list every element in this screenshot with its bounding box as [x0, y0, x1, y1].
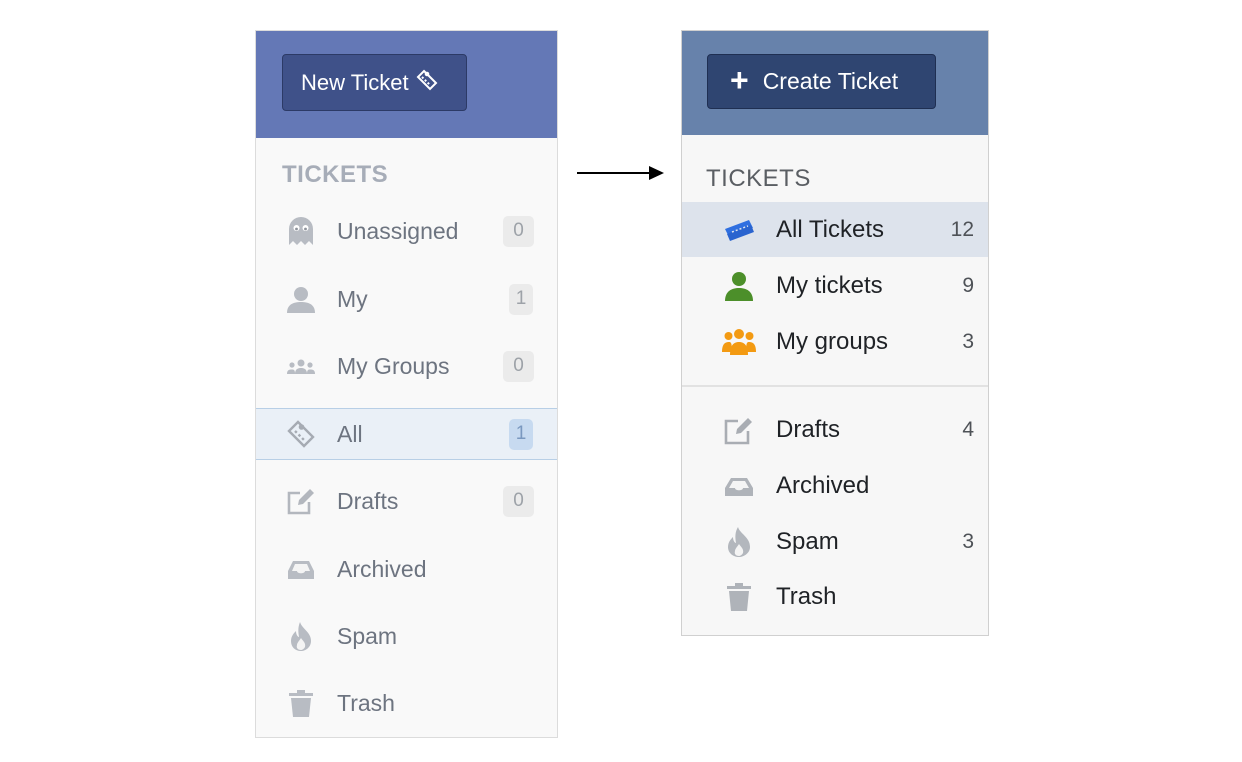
- new-item-label: My tickets: [776, 271, 883, 299]
- old-item-label: Trash: [337, 689, 395, 716]
- new-sidebar: + Create Ticket TICKETS All Tickets 12 M…: [681, 30, 989, 636]
- old-item-unassigned[interactable]: Unassigned 0: [256, 205, 557, 257]
- new-item-label: Drafts: [776, 415, 841, 443]
- new-sidebar-header: + Create Ticket: [682, 31, 988, 135]
- section-divider: [682, 385, 988, 387]
- new-item-label: Archived: [776, 471, 870, 499]
- count-value: 4: [962, 417, 974, 441]
- old-item-my[interactable]: My 1: [256, 273, 557, 325]
- new-item-drafts[interactable]: Drafts 4: [682, 402, 988, 457]
- new-item-label: My groups: [776, 327, 889, 355]
- new-item-label: All Tickets: [776, 215, 885, 243]
- arrow-right-icon: [649, 166, 664, 180]
- old-item-trash[interactable]: Trash: [256, 677, 557, 729]
- old-item-label: Drafts: [337, 487, 399, 514]
- old-sidebar-header: New Ticket: [256, 31, 557, 138]
- new-item-my-tickets[interactable]: My tickets 9: [682, 258, 988, 313]
- group-icon: [720, 323, 758, 361]
- old-item-label: All: [337, 420, 363, 447]
- old-item-label: My Groups: [337, 352, 450, 379]
- edit-icon: [720, 411, 758, 449]
- new-ticket-label: New Ticket: [301, 69, 409, 95]
- ticket-icon: [415, 68, 439, 98]
- user-icon: [720, 267, 758, 305]
- trash-icon: [720, 578, 758, 616]
- new-item-spam[interactable]: Spam 3: [682, 514, 988, 569]
- old-item-label: My: [337, 285, 368, 312]
- new-item-trash[interactable]: Trash: [682, 569, 988, 624]
- old-item-label: Unassigned: [337, 217, 459, 244]
- trash-icon: [284, 686, 318, 720]
- flame-icon: [284, 619, 318, 653]
- ticket-icon: [284, 417, 318, 451]
- new-item-my-groups[interactable]: My groups 3: [682, 314, 988, 369]
- old-item-spam[interactable]: Spam: [256, 610, 557, 662]
- old-item-label: Archived: [337, 555, 427, 582]
- new-item-label: Spam: [776, 527, 839, 555]
- count-badge: 1: [509, 418, 533, 450]
- transition-arrow-line: [577, 172, 651, 174]
- create-ticket-button[interactable]: + Create Ticket: [707, 54, 936, 109]
- edit-icon: [284, 484, 318, 518]
- count-badge: 0: [503, 485, 534, 517]
- old-item-all[interactable]: All 1: [256, 408, 557, 460]
- new-ticket-button[interactable]: New Ticket: [282, 54, 467, 111]
- count-value: 3: [962, 329, 974, 353]
- new-item-archived[interactable]: Archived: [682, 458, 988, 513]
- create-ticket-label: Create Ticket: [762, 68, 899, 94]
- new-item-label: Trash: [776, 582, 837, 610]
- flame-icon: [720, 523, 758, 561]
- group-icon: [284, 349, 318, 383]
- new-item-all-tickets[interactable]: All Tickets 12: [682, 202, 988, 257]
- inbox-icon: [720, 467, 758, 505]
- plus-icon: +: [730, 62, 749, 98]
- inbox-icon: [284, 552, 318, 586]
- old-item-drafts[interactable]: Drafts 0: [256, 475, 557, 527]
- count-badge: 1: [509, 283, 533, 315]
- count-value: 3: [962, 529, 974, 553]
- count-badge: 0: [503, 215, 534, 247]
- tickets-icon: [720, 211, 758, 249]
- count-value: 9: [962, 273, 974, 297]
- old-sidebar: New Ticket TICKETS Unassigned 0 My 1 My …: [255, 30, 558, 738]
- new-section-title: TICKETS: [706, 165, 811, 192]
- old-item-label: Spam: [337, 622, 398, 649]
- old-item-my-groups[interactable]: My Groups 0: [256, 340, 557, 392]
- old-section-title: TICKETS: [282, 161, 389, 188]
- ghost-icon: [284, 214, 318, 248]
- count-value: 12: [950, 217, 974, 241]
- old-item-archived[interactable]: Archived: [256, 543, 557, 595]
- user-icon: [284, 282, 318, 316]
- count-badge: 0: [503, 350, 534, 382]
